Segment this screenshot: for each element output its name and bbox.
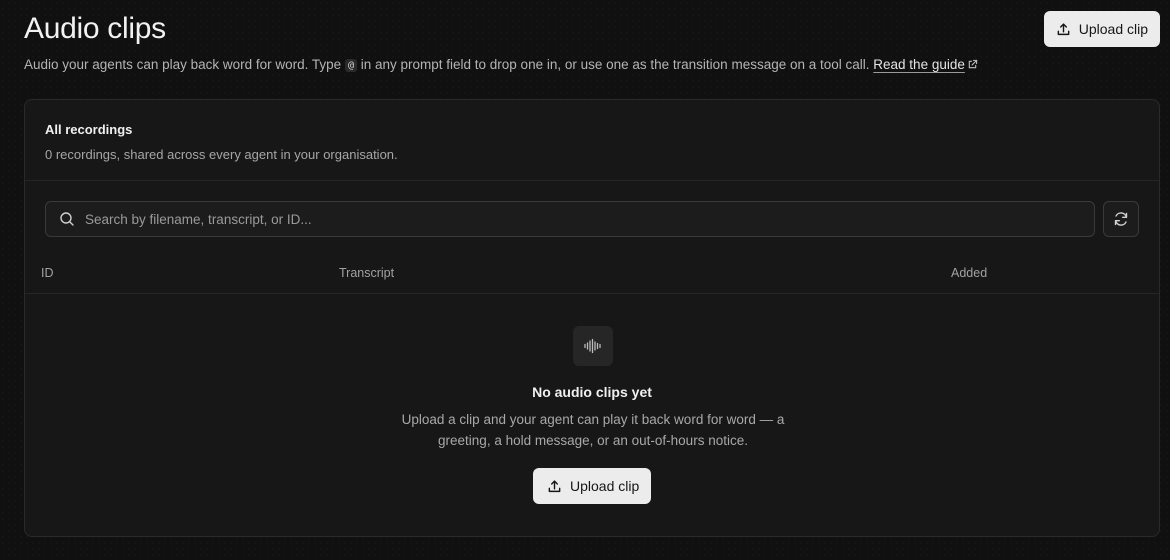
- upload-icon: [1057, 22, 1070, 35]
- upload-icon: [548, 479, 561, 492]
- page-title: Audio clips: [24, 12, 166, 45]
- empty-upload-clip-label: Upload clip: [570, 478, 640, 494]
- refresh-icon: [1114, 212, 1128, 226]
- card-title: All recordings: [45, 122, 133, 137]
- search-input[interactable]: [85, 211, 1094, 227]
- empty-state-description: Upload a clip and your agent can play it…: [401, 412, 785, 448]
- page-subtitle: Audio your agents can play back word for…: [24, 57, 978, 72]
- read-guide-label: Read the guide: [873, 57, 965, 72]
- column-header-added[interactable]: Added: [951, 266, 987, 280]
- table-header: ID Transcript Added: [25, 259, 1159, 294]
- waveform-badge: [573, 326, 613, 366]
- audio-clips-page: Audio clips Audio your agents can play b…: [0, 0, 1170, 560]
- external-link-icon: [968, 59, 978, 69]
- search-icon: [60, 212, 74, 226]
- column-header-id[interactable]: ID: [41, 266, 54, 280]
- search-row: [45, 201, 1139, 237]
- card-description: 0 recordings, shared across every agent …: [45, 147, 398, 162]
- column-header-transcript[interactable]: Transcript: [339, 266, 394, 280]
- refresh-button[interactable]: [1103, 201, 1139, 237]
- upload-clip-button[interactable]: Upload clip: [1043, 11, 1160, 47]
- empty-state: No audio clips yet Upload a clip and you…: [25, 294, 1159, 536]
- at-mention-code: @: [344, 59, 357, 72]
- waveform-icon: [584, 338, 601, 354]
- recordings-card: All recordings 0 recordings, shared acro…: [24, 99, 1160, 537]
- read-guide-link[interactable]: Read the guide: [873, 57, 978, 72]
- empty-upload-clip-button[interactable]: Upload clip: [533, 468, 652, 504]
- subtitle-text-before: Audio your agents can play back word for…: [24, 57, 345, 72]
- subtitle-text-after: in any prompt field to drop one in, or u…: [356, 57, 874, 72]
- card-header: All recordings 0 recordings, shared acro…: [25, 100, 1159, 181]
- empty-state-title: No audio clips yet: [532, 384, 652, 400]
- upload-clip-label: Upload clip: [1078, 21, 1148, 37]
- search-box[interactable]: [45, 201, 1095, 237]
